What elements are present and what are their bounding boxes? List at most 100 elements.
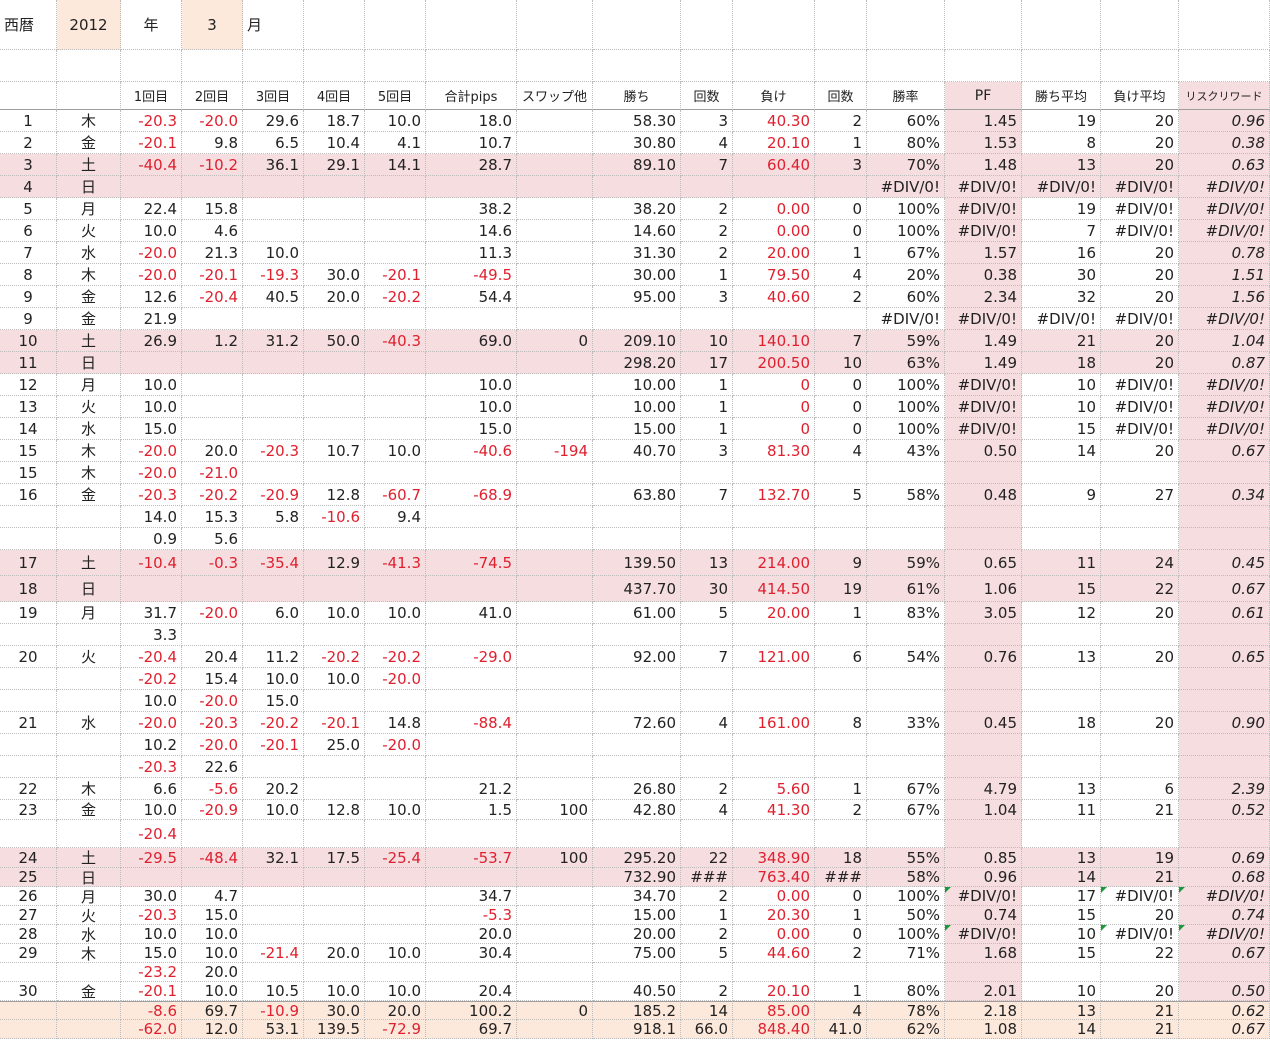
- win-rate[interactable]: 33%: [867, 712, 945, 734]
- trade-2[interactable]: 15.3: [182, 506, 243, 528]
- risk-reward[interactable]: [1179, 690, 1270, 712]
- day-number[interactable]: 6: [0, 220, 57, 242]
- win-average[interactable]: 14: [1022, 868, 1101, 887]
- trade-4[interactable]: [304, 176, 365, 198]
- total-pips[interactable]: 30.4: [426, 944, 517, 963]
- swap[interactable]: [517, 286, 593, 308]
- win-pips[interactable]: 72.60: [593, 712, 681, 734]
- empty-cell[interactable]: [815, 50, 867, 82]
- swap[interactable]: [517, 602, 593, 624]
- win-count[interactable]: 7: [681, 646, 733, 668]
- win-count[interactable]: 10: [681, 330, 733, 352]
- win-rate[interactable]: [867, 734, 945, 756]
- loss-pips[interactable]: 20.00: [733, 602, 815, 624]
- loss-pips[interactable]: 40.60: [733, 286, 815, 308]
- risk-reward[interactable]: #DIV/0!: [1179, 418, 1270, 440]
- trade-5[interactable]: [365, 576, 426, 602]
- win-pips[interactable]: 61.00: [593, 602, 681, 624]
- trade-1[interactable]: 3.3: [121, 624, 182, 646]
- profit-factor[interactable]: 0.76: [945, 646, 1022, 668]
- trade-3[interactable]: 11.2: [243, 646, 304, 668]
- total-pips[interactable]: [426, 308, 517, 330]
- trade-4[interactable]: 50.0: [304, 330, 365, 352]
- loss-pips[interactable]: 20.00: [733, 242, 815, 264]
- profit-factor[interactable]: 1.04: [945, 800, 1022, 820]
- trade-1[interactable]: -20.2: [121, 668, 182, 690]
- empty-cell[interactable]: [867, 0, 945, 50]
- risk-reward[interactable]: 0.65: [1179, 646, 1270, 668]
- win-rate[interactable]: 61%: [867, 576, 945, 602]
- loss-pips[interactable]: 0: [733, 418, 815, 440]
- loss-pips[interactable]: [733, 624, 815, 646]
- profit-factor[interactable]: #DIV/0!: [945, 308, 1022, 330]
- weekday[interactable]: [57, 528, 121, 550]
- day-number[interactable]: [0, 734, 57, 756]
- loss-average[interactable]: #DIV/0!: [1101, 198, 1179, 220]
- day-number[interactable]: 1: [0, 110, 57, 132]
- win-pips[interactable]: [593, 624, 681, 646]
- win-count[interactable]: 2: [681, 198, 733, 220]
- win-average[interactable]: 10: [1022, 925, 1101, 944]
- total-pips[interactable]: [426, 176, 517, 198]
- win-rate[interactable]: 67%: [867, 242, 945, 264]
- trade-2[interactable]: 12.0: [182, 1020, 243, 1039]
- trade-5[interactable]: -60.7: [365, 484, 426, 506]
- profit-factor[interactable]: 1.68: [945, 944, 1022, 963]
- win-pips[interactable]: 31.30: [593, 242, 681, 264]
- win-rate[interactable]: [867, 756, 945, 778]
- trade-1[interactable]: 22.4: [121, 198, 182, 220]
- trade-1[interactable]: -40.4: [121, 154, 182, 176]
- win-average[interactable]: 10: [1022, 374, 1101, 396]
- day-number[interactable]: 27: [0, 906, 57, 925]
- loss-count[interactable]: [815, 756, 867, 778]
- weekday[interactable]: 月: [57, 602, 121, 624]
- loss-pips[interactable]: [733, 820, 815, 848]
- empty-cell[interactable]: [815, 0, 867, 50]
- trade-4[interactable]: [304, 418, 365, 440]
- trade-3[interactable]: 10.0: [243, 800, 304, 820]
- risk-reward[interactable]: [1179, 820, 1270, 848]
- weekday[interactable]: 金: [57, 308, 121, 330]
- total-pips[interactable]: 100.2: [426, 1001, 517, 1020]
- trade-2[interactable]: -48.4: [182, 848, 243, 868]
- trade-3[interactable]: [243, 887, 304, 906]
- risk-reward[interactable]: #DIV/0!: [1179, 374, 1270, 396]
- win-count[interactable]: 4: [681, 800, 733, 820]
- trade-2[interactable]: 20.0: [182, 440, 243, 462]
- loss-pips[interactable]: 848.40: [733, 1020, 815, 1039]
- win-pips[interactable]: 89.10: [593, 154, 681, 176]
- swap[interactable]: [517, 506, 593, 528]
- loss-count[interactable]: [815, 690, 867, 712]
- trade-5[interactable]: [365, 396, 426, 418]
- loss-count[interactable]: 4: [815, 1001, 867, 1020]
- win-rate[interactable]: [867, 506, 945, 528]
- trade-5[interactable]: -40.3: [365, 330, 426, 352]
- label-era[interactable]: 西暦: [0, 0, 57, 50]
- trade-3[interactable]: 10.0: [243, 668, 304, 690]
- win-rate[interactable]: 83%: [867, 602, 945, 624]
- trade-2[interactable]: 20.4: [182, 646, 243, 668]
- profit-factor[interactable]: #DIV/0!: [945, 374, 1022, 396]
- trade-3[interactable]: [243, 906, 304, 925]
- trade-5[interactable]: [365, 352, 426, 374]
- empty-cell[interactable]: [593, 0, 681, 50]
- loss-pips[interactable]: 121.00: [733, 646, 815, 668]
- trade-2[interactable]: 69.7: [182, 1001, 243, 1020]
- empty-cell[interactable]: [1179, 50, 1270, 82]
- profit-factor[interactable]: [945, 668, 1022, 690]
- risk-reward[interactable]: #DIV/0!: [1179, 887, 1270, 906]
- weekday[interactable]: 火: [57, 906, 121, 925]
- risk-reward[interactable]: [1179, 963, 1270, 982]
- day-number[interactable]: 12: [0, 374, 57, 396]
- loss-average[interactable]: #DIV/0!: [1101, 925, 1179, 944]
- profit-factor[interactable]: 1.48: [945, 154, 1022, 176]
- trade-1[interactable]: 10.0: [121, 220, 182, 242]
- loss-count[interactable]: 7: [815, 330, 867, 352]
- day-number[interactable]: [0, 1020, 57, 1039]
- loss-pips[interactable]: 0.00: [733, 925, 815, 944]
- win-count[interactable]: 22: [681, 848, 733, 868]
- trade-2[interactable]: 5.6: [182, 528, 243, 550]
- trade-2[interactable]: 21.3: [182, 242, 243, 264]
- empty-cell[interactable]: [426, 50, 517, 82]
- loss-average[interactable]: 20: [1101, 242, 1179, 264]
